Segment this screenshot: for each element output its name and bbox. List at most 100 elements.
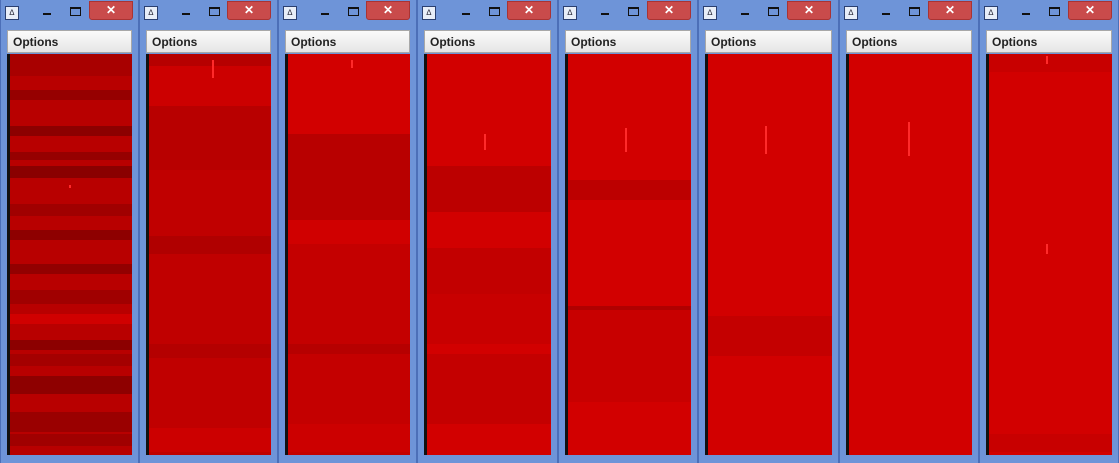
minimize-icon[interactable]	[178, 4, 194, 20]
band	[149, 66, 271, 106]
render-canvas[interactable]	[146, 54, 271, 455]
maximize-icon[interactable]	[67, 4, 83, 20]
options-menu[interactable]: Options	[992, 35, 1037, 49]
marker	[625, 128, 627, 152]
menu-bar: Options	[705, 30, 832, 53]
app-icon[interactable]: ∆	[563, 6, 577, 20]
render-canvas[interactable]	[7, 54, 132, 455]
minimize-icon[interactable]	[597, 4, 613, 20]
band	[149, 428, 271, 452]
options-menu[interactable]: Options	[291, 35, 336, 49]
maximize-icon[interactable]	[486, 4, 502, 20]
title-bar[interactable]: ∆ ✕	[980, 0, 1118, 28]
app-icon[interactable]: ∆	[984, 6, 998, 20]
title-bar[interactable]: ∆ ✕	[559, 0, 697, 28]
band	[10, 152, 132, 160]
options-menu[interactable]: Options	[711, 35, 756, 49]
minimize-icon[interactable]	[458, 4, 474, 20]
options-menu[interactable]: Options	[430, 35, 475, 49]
minimize-icon[interactable]	[1018, 4, 1034, 20]
render-canvas[interactable]	[424, 54, 551, 455]
title-bar[interactable]: ∆ ✕	[1, 0, 138, 28]
band	[149, 236, 271, 254]
app-icon[interactable]: ∆	[5, 6, 19, 20]
band	[708, 316, 832, 356]
band	[10, 166, 132, 178]
band	[10, 412, 132, 432]
close-button[interactable]: ✕	[787, 1, 831, 20]
maximize-icon[interactable]	[765, 4, 781, 20]
window-1: ∆ ✕ Options	[0, 0, 139, 463]
title-bar[interactable]: ∆ ✕	[840, 0, 978, 28]
maximize-icon[interactable]	[345, 4, 361, 20]
canvas-edge	[705, 54, 708, 455]
maximize-icon[interactable]	[1046, 4, 1062, 20]
band	[288, 54, 410, 134]
band	[10, 290, 132, 304]
minimize-icon[interactable]	[878, 4, 894, 20]
window-4: ∆ ✕ Options	[417, 0, 558, 463]
band	[10, 126, 132, 136]
band	[568, 180, 691, 200]
band	[10, 264, 132, 274]
marker	[212, 60, 214, 78]
marker	[1046, 244, 1048, 254]
app-icon[interactable]: ∆	[422, 6, 436, 20]
close-button[interactable]: ✕	[647, 1, 691, 20]
band	[427, 166, 551, 212]
options-menu[interactable]: Options	[13, 35, 58, 49]
render-canvas[interactable]	[285, 54, 410, 455]
canvas-edge	[7, 54, 10, 455]
app-icon[interactable]: ∆	[283, 6, 297, 20]
title-bar[interactable]: ∆ ✕	[140, 0, 277, 28]
band	[427, 248, 551, 294]
options-menu[interactable]: Options	[852, 35, 897, 49]
render-canvas[interactable]	[705, 54, 832, 455]
minimize-icon[interactable]	[737, 4, 753, 20]
marker	[1046, 56, 1048, 64]
close-button[interactable]: ✕	[89, 1, 133, 20]
marker	[484, 134, 486, 150]
band	[989, 54, 1112, 72]
close-button[interactable]: ✕	[507, 1, 551, 20]
window-3: ∆ ✕ Options	[278, 0, 417, 463]
render-canvas[interactable]	[565, 54, 691, 455]
title-bar[interactable]: ∆ ✕	[279, 0, 416, 28]
minimize-icon[interactable]	[317, 4, 333, 20]
window-2: ∆ ✕ Options	[139, 0, 278, 463]
marker	[908, 122, 910, 156]
canvas-edge	[986, 54, 989, 455]
close-button[interactable]: ✕	[227, 1, 271, 20]
close-button[interactable]: ✕	[1068, 1, 1112, 20]
options-menu[interactable]: Options	[571, 35, 616, 49]
app-icon[interactable]: ∆	[703, 6, 717, 20]
band	[427, 354, 551, 424]
render-canvas[interactable]	[986, 54, 1112, 455]
title-bar[interactable]: ∆ ✕	[418, 0, 557, 28]
band	[149, 54, 271, 66]
marker	[765, 126, 767, 154]
band	[989, 434, 1112, 452]
window-5: ∆ ✕ Options	[558, 0, 698, 463]
render-canvas[interactable]	[846, 54, 972, 455]
band	[10, 230, 132, 240]
band	[288, 344, 410, 354]
app-icon[interactable]: ∆	[844, 6, 858, 20]
window-8: ∆ ✕ Options	[979, 0, 1119, 463]
menu-bar: Options	[565, 30, 691, 53]
band	[10, 354, 132, 366]
maximize-icon[interactable]	[206, 4, 222, 20]
maximize-icon[interactable]	[625, 4, 641, 20]
close-button[interactable]: ✕	[366, 1, 410, 20]
band	[149, 344, 271, 358]
band	[10, 434, 132, 446]
app-icon[interactable]: ∆	[144, 6, 158, 20]
close-button[interactable]: ✕	[928, 1, 972, 20]
minimize-icon[interactable]	[39, 4, 55, 20]
window-7: ∆ ✕ Options	[839, 0, 979, 463]
options-menu[interactable]: Options	[152, 35, 197, 49]
band	[288, 424, 410, 452]
title-bar[interactable]: ∆ ✕	[699, 0, 838, 28]
maximize-icon[interactable]	[906, 4, 922, 20]
band	[10, 204, 132, 216]
